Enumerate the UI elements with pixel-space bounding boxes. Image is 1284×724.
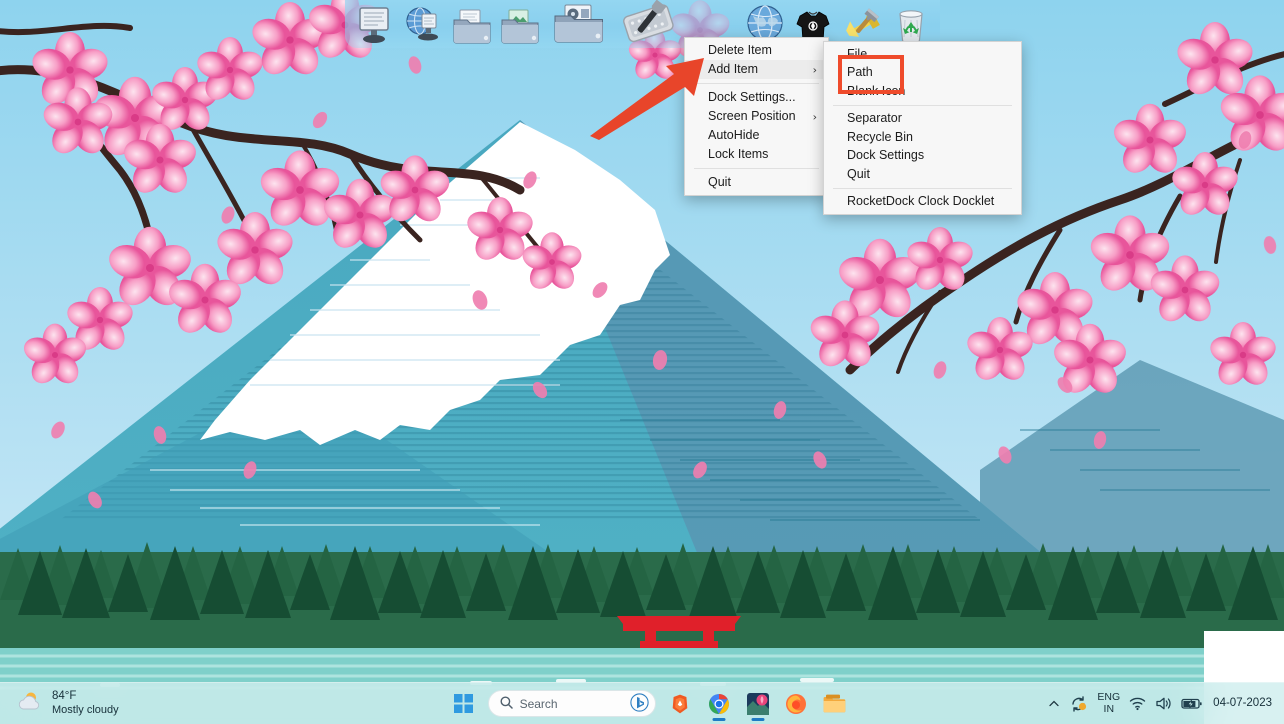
bing-icon[interactable] — [630, 692, 649, 715]
menu-item-label: Path — [847, 65, 873, 80]
submenu-item-rocketdock-clock-docklet[interactable]: RocketDock Clock Docklet — [824, 193, 1021, 212]
search-input[interactable]: Search — [487, 690, 657, 717]
language-line1: ENG — [1097, 691, 1121, 704]
menu-item-lock-items[interactable]: Lock Items — [685, 145, 828, 164]
taskbar-clock-date[interactable]: 04-07-2023 — [1211, 696, 1272, 710]
menu-item-autohide[interactable]: AutoHide — [685, 126, 828, 145]
menu-item-add-item[interactable]: Add Item › — [685, 60, 828, 79]
menu-separator — [694, 168, 819, 169]
submenu-item-path[interactable]: Path — [824, 64, 1021, 83]
tools-wrench-icon[interactable] — [613, 0, 685, 46]
recycle-bin-icon[interactable] — [887, 0, 934, 46]
menu-item-label: Screen Position — [708, 109, 796, 123]
running-indicator — [751, 717, 765, 721]
menu-item-label: Separator — [847, 111, 902, 126]
menu-item-screen-position[interactable]: Screen Position › — [685, 107, 828, 126]
wifi-icon[interactable] — [1129, 696, 1146, 711]
menu-item-dock-settings[interactable]: Dock Settings... — [685, 88, 828, 107]
date-text: 04-07-2023 — [1213, 697, 1272, 710]
overflow-chevron-icon[interactable] — [1048, 698, 1060, 710]
language-line2: IN — [1103, 702, 1115, 715]
photos-app-icon[interactable] — [743, 689, 772, 721]
submenu-item-blank-icon[interactable]: Blank Icon — [824, 82, 1021, 101]
menu-item-label: Recycle Bin — [847, 129, 913, 144]
chevron-right-icon: › — [812, 110, 817, 123]
volume-icon[interactable] — [1155, 696, 1172, 711]
submenu-item-quit[interactable]: Quit — [824, 165, 1021, 184]
menu-item-label: Dock Settings — [847, 148, 925, 163]
menu-item-quit[interactable]: Quit — [685, 173, 828, 192]
weather-temperature: 84°F — [52, 690, 77, 703]
menu-item-label: Delete Item — [708, 43, 772, 57]
brave-browser-icon[interactable] — [666, 689, 695, 719]
menu-item-label: File — [847, 46, 868, 61]
google-chrome-icon[interactable] — [705, 689, 734, 721]
add-item-submenu[interactable]: File Path Blank Icon Separator Recycle B… — [823, 41, 1022, 215]
submenu-item-file[interactable]: File — [824, 45, 1021, 64]
start-button[interactable] — [449, 689, 478, 719]
submenu-item-recycle-bin[interactable]: Recycle Bin — [824, 128, 1021, 147]
menu-item-label: RocketDock Clock Docklet — [847, 194, 995, 209]
search-placeholder: Search — [519, 696, 558, 711]
search-icon — [500, 696, 513, 712]
desktop-wallpaper — [0, 0, 1284, 724]
system-tray[interactable]: ENG IN 04-07-2023 — [1048, 683, 1280, 724]
battery-charging-icon[interactable] — [1181, 697, 1202, 710]
menu-separator — [694, 83, 819, 84]
internet-globe-icon[interactable] — [400, 0, 447, 46]
menu-separator — [833, 187, 1012, 189]
submenu-item-separator[interactable]: Separator — [824, 110, 1021, 129]
display-settings-icon[interactable] — [351, 0, 398, 46]
submenu-item-dock-settings[interactable]: Dock Settings — [824, 147, 1021, 166]
file-explorer-icon[interactable] — [820, 689, 849, 719]
folder-pictures-icon[interactable] — [497, 0, 544, 46]
menu-separator — [833, 104, 1012, 106]
menu-item-label: AutoHide — [708, 128, 760, 142]
folder-media-icon[interactable] — [546, 0, 612, 46]
menu-item-label: Dock Settings... — [708, 90, 796, 104]
windows-taskbar[interactable]: 84°F Mostly cloudy Search ENG IN 04-07-2… — [0, 682, 1284, 724]
weather-widget[interactable]: 84°F Mostly cloudy — [0, 689, 300, 717]
menu-item-label: Quit — [847, 166, 870, 181]
folder-documents-icon[interactable] — [448, 0, 495, 46]
partly-cloudy-sun-icon — [18, 690, 44, 717]
windows-update-icon[interactable] — [1069, 694, 1088, 713]
chevron-right-icon: › — [812, 63, 817, 76]
language-indicator[interactable]: ENG IN — [1097, 692, 1120, 714]
menu-item-label: Blank Icon — [847, 83, 906, 98]
menu-item-label: Quit — [708, 175, 731, 189]
menu-item-delete-item[interactable]: Delete Item — [685, 41, 828, 60]
running-indicator — [712, 717, 726, 721]
menu-item-label: Lock Items — [708, 147, 769, 161]
menu-item-label: Add Item — [708, 62, 759, 76]
hammer-paint-icon[interactable] — [839, 0, 886, 46]
firefox-browser-icon[interactable] — [782, 689, 811, 719]
weather-condition: Mostly cloudy — [52, 703, 119, 716]
rocketdock-context-menu[interactable]: Delete Item Add Item › Dock Settings... … — [684, 37, 829, 196]
